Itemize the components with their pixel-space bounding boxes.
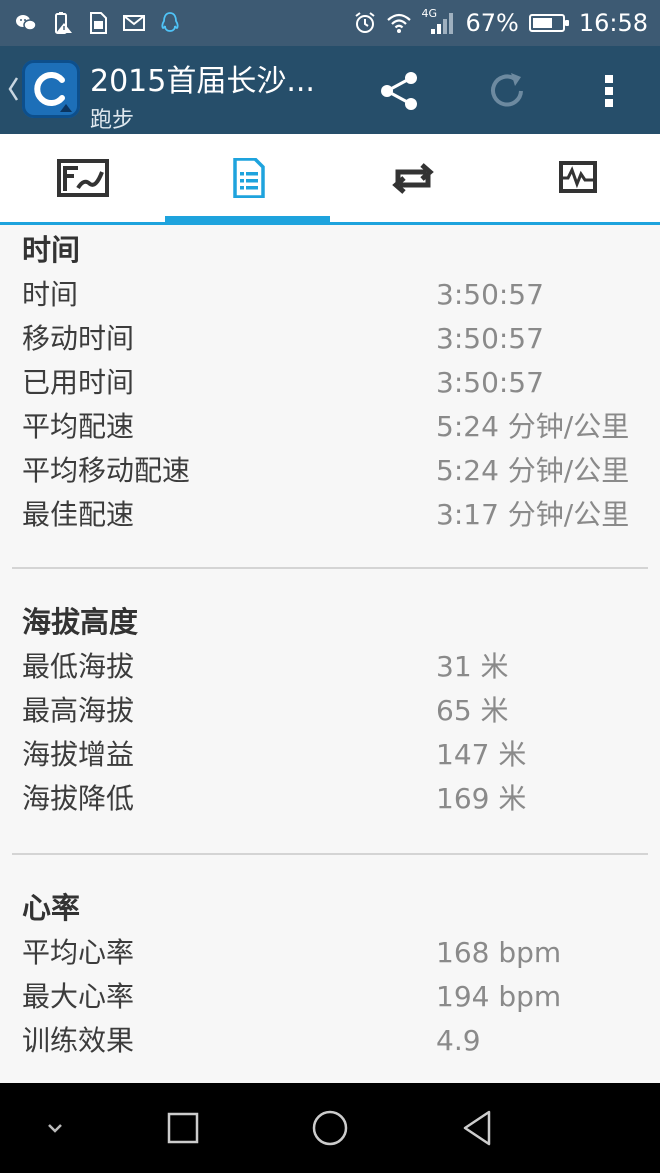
stat-row: 训练效果 4.9 — [12, 1019, 648, 1063]
more-options-button[interactable] — [584, 66, 634, 116]
stat-label: 海拔降低 — [22, 782, 135, 815]
notification-icons — [14, 8, 182, 38]
wechat-icon — [14, 11, 38, 35]
stat-value: 169 米 — [436, 782, 527, 815]
stat-value: 4.9 — [436, 1024, 481, 1057]
battery-fill — [532, 18, 552, 28]
stat-label: 时间 — [22, 278, 79, 311]
stat-row: 海拔增益 147 米 — [12, 733, 648, 777]
stat-label: 最大心率 — [22, 980, 135, 1013]
activity-title: 2015首届长沙... — [90, 64, 315, 99]
tab-laps[interactable] — [330, 134, 495, 222]
stat-label: 平均移动配速 — [22, 454, 191, 487]
garmin-connect-icon — [34, 72, 72, 112]
home-circle-icon — [312, 1110, 348, 1146]
stat-value: 3:50:57 — [436, 322, 544, 355]
stat-value: 31 米 — [436, 650, 509, 683]
time-section: 时间 时间 3:50:57 移动时间 3:50:57 已用时间 3:50:57 平均配… — [0, 225, 660, 537]
tab-charts[interactable] — [495, 134, 660, 222]
stat-label: 训练效果 — [22, 1024, 135, 1057]
heart-rate-section: 心率 平均心率 168 bpm 最大心率 194 bpm 训练效果 4.9 — [0, 883, 660, 1063]
stat-value: 3:17 分钟/公里 — [436, 498, 630, 531]
hide-nav-button[interactable] — [32, 1105, 78, 1151]
qq-icon — [158, 11, 182, 35]
section-title: 海拔高度 — [22, 605, 139, 639]
system-indicators: 4G 67% 16:58 — [353, 7, 648, 38]
battery-percent: 67% — [465, 9, 519, 37]
elevation-section: 海拔高度 最低海拔 31 米 最高海拔 65 米 海拔增益 147 米 海拔降低 169… — [0, 597, 660, 821]
stat-value: 5:24 分钟/公里 — [436, 410, 630, 443]
map-icon — [56, 159, 109, 197]
stat-value: 194 bpm — [436, 980, 562, 1013]
network-type-label: 4G — [421, 7, 438, 20]
stat-label: 最佳配速 — [22, 498, 135, 531]
section-title: 时间 — [22, 233, 81, 267]
stat-row: 海拔降低 169 米 — [12, 777, 648, 821]
stat-value: 5:24 分钟/公里 — [436, 454, 630, 487]
stat-row: 平均配速 5:24 分钟/公里 — [12, 405, 648, 449]
stat-value: 65 米 — [436, 694, 509, 727]
stat-label: 平均心率 — [22, 936, 135, 969]
stat-value: 3:50:57 — [436, 278, 544, 311]
stat-label: 最高海拔 — [22, 694, 135, 727]
section-title: 心率 — [22, 891, 81, 925]
sim-alert-icon — [86, 11, 110, 35]
stat-row: 最大心率 194 bpm — [12, 975, 648, 1019]
chevron-down-icon — [48, 1124, 62, 1133]
chart-icon — [558, 161, 597, 193]
back-button[interactable] — [454, 1105, 500, 1151]
stat-row: 平均移动配速 5:24 分钟/公里 — [12, 449, 648, 493]
share-button[interactable] — [374, 66, 424, 116]
stat-label: 平均配速 — [22, 410, 135, 443]
cell-signal-icon: 4G — [421, 7, 455, 35]
more-vert-icon — [605, 75, 613, 107]
stat-label: 已用时间 — [22, 366, 135, 399]
stat-row: 移动时间 3:50:57 — [12, 317, 648, 361]
stat-value: 3:50:57 — [436, 366, 544, 399]
recents-square-icon — [167, 1112, 199, 1144]
app-logo[interactable] — [22, 60, 80, 118]
stat-label: 最低海拔 — [22, 650, 135, 683]
activity-details[interactable]: 时间 时间 3:50:57 移动时间 3:50:57 已用时间 3:50:57 平均配… — [0, 225, 660, 1083]
app-bar: 2015首届长沙... 跑步 — [0, 46, 660, 134]
share-icon — [381, 72, 417, 110]
clock: 16:58 — [578, 9, 648, 37]
sync-button[interactable] — [482, 66, 532, 116]
tab-bar — [0, 134, 660, 225]
status-bar: 4G 67% 16:58 — [0, 0, 660, 46]
stat-row: 最低海拔 31 米 — [12, 645, 648, 689]
stat-row: 最高海拔 65 米 — [12, 689, 648, 733]
mail-icon — [122, 11, 146, 35]
alarm-icon — [353, 11, 377, 35]
stat-label: 海拔增益 — [22, 738, 135, 771]
wifi-icon — [387, 11, 412, 35]
system-navigation-bar — [0, 1083, 660, 1173]
repeat-icon — [391, 163, 434, 194]
stat-row: 平均心率 168 bpm — [12, 931, 648, 975]
stat-label: 移动时间 — [22, 322, 135, 355]
tab-details[interactable] — [165, 134, 330, 225]
battery-alert-icon — [50, 11, 74, 35]
recents-button[interactable] — [160, 1105, 206, 1151]
back-chevron-icon[interactable] — [6, 74, 20, 104]
stat-value: 168 bpm — [436, 936, 562, 969]
stat-row: 已用时间 3:50:57 — [12, 361, 648, 405]
tab-map[interactable] — [0, 134, 165, 222]
sync-icon — [491, 73, 523, 107]
battery-icon — [528, 14, 569, 32]
list-document-icon — [232, 158, 265, 198]
stat-row: 时间 3:50:57 — [12, 273, 648, 317]
back-triangle-icon — [463, 1110, 491, 1146]
activity-type: 跑步 — [90, 108, 135, 133]
stat-value: 147 米 — [436, 738, 527, 771]
home-button[interactable] — [307, 1105, 353, 1151]
stat-row: 最佳配速 3:17 分钟/公里 — [12, 493, 648, 537]
